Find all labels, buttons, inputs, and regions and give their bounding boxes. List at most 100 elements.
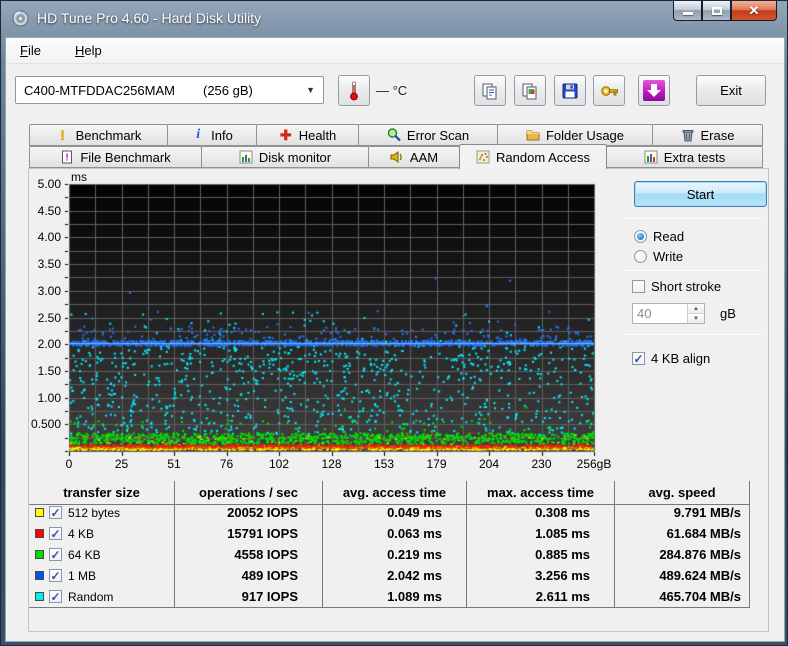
tab-erase[interactable]: Erase bbox=[652, 124, 763, 146]
max-access-value: 0.308 ms bbox=[466, 502, 614, 523]
avg-speed-value: 489.624 MB/s bbox=[614, 565, 750, 586]
series-color-swatch bbox=[35, 529, 44, 538]
x-tick-label: 76 bbox=[220, 457, 233, 471]
y-tick-label: 0.500 bbox=[31, 417, 61, 431]
series-visibility-checkbox[interactable]: ✓ bbox=[49, 527, 62, 540]
svg-text:!: ! bbox=[66, 153, 69, 164]
maximize-button[interactable] bbox=[702, 1, 731, 21]
series-visibility-checkbox[interactable]: ✓ bbox=[49, 569, 62, 582]
avg-speed-value: 61.684 MB/s bbox=[614, 523, 750, 544]
save-icon bbox=[561, 82, 579, 100]
access-time-chart: ms 5.004.504.003.503.002.502.001.501.000… bbox=[29, 170, 629, 480]
tab-file-benchmark[interactable]: ! File Benchmark bbox=[29, 146, 202, 168]
short-stroke-size-input[interactable]: 40 ▲ ▼ bbox=[632, 303, 705, 324]
tab-row-2: ! File Benchmark Disk monitor AAM bbox=[29, 146, 762, 168]
avg-access-value: 0.063 ms bbox=[322, 523, 466, 544]
tab-benchmark[interactable]: ! Benchmark bbox=[29, 124, 168, 146]
key-icon bbox=[600, 83, 619, 99]
tab-disk-monitor[interactable]: Disk monitor bbox=[201, 146, 369, 168]
series-visibility-checkbox[interactable]: ✓ bbox=[49, 590, 62, 603]
series-visibility-checkbox[interactable]: ✓ bbox=[49, 548, 62, 561]
folder-icon bbox=[526, 128, 540, 142]
x-tick-label: 204 bbox=[479, 457, 499, 471]
size-unit: gB bbox=[720, 306, 736, 321]
speaker-icon bbox=[390, 150, 404, 164]
y-axis-labels: 5.004.504.003.503.002.502.001.501.000.50… bbox=[29, 184, 63, 451]
spin-up-button[interactable]: ▲ bbox=[688, 304, 704, 314]
separator bbox=[624, 218, 763, 219]
x-tick-label: 256gB bbox=[577, 457, 612, 471]
magnifier-icon bbox=[387, 128, 401, 142]
start-button[interactable]: Start bbox=[634, 181, 767, 207]
ops-value: 15791 IOPS bbox=[174, 523, 322, 544]
scatter-plot-canvas bbox=[63, 182, 596, 461]
random-access-icon bbox=[476, 150, 490, 164]
tab-folder-usage[interactable]: Folder Usage bbox=[497, 124, 653, 146]
tab-health[interactable]: ✚ Health bbox=[256, 124, 359, 146]
save-button[interactable] bbox=[554, 75, 586, 106]
series-visibility-checkbox[interactable]: ✓ bbox=[49, 506, 62, 519]
copy-text-icon bbox=[481, 82, 499, 100]
menu-file[interactable]: File bbox=[16, 41, 45, 60]
app-window: HD Tune Pro 4.60 - Hard Disk Utility ✕ F… bbox=[0, 0, 788, 646]
exit-button[interactable]: Exit bbox=[696, 75, 766, 106]
series-label: 4 KB bbox=[68, 527, 94, 541]
trash-icon bbox=[681, 128, 695, 142]
ops-value: 20052 IOPS bbox=[174, 502, 322, 523]
minimize-button[interactable] bbox=[673, 1, 702, 21]
tab-info[interactable]: i Info bbox=[167, 124, 257, 146]
options-button[interactable] bbox=[593, 75, 625, 106]
size-value: 40 bbox=[633, 304, 687, 323]
y-tick-label: 1.00 bbox=[38, 391, 61, 405]
series-label: Random bbox=[68, 590, 113, 604]
tab-random-access[interactable]: Random Access bbox=[459, 144, 607, 169]
spin-down-button[interactable]: ▼ bbox=[688, 314, 704, 323]
close-icon: ✕ bbox=[749, 3, 760, 19]
tab-error-scan[interactable]: Error Scan bbox=[358, 124, 498, 146]
series-color-swatch bbox=[35, 592, 44, 601]
download-arrow-icon bbox=[643, 80, 665, 101]
tab-extra-tests[interactable]: Extra tests bbox=[606, 146, 763, 168]
series-color-swatch bbox=[35, 550, 44, 559]
close-button[interactable]: ✕ bbox=[731, 1, 777, 21]
tab-aam[interactable]: AAM bbox=[368, 146, 460, 168]
align-checkbox[interactable]: ✓ 4 KB align bbox=[632, 351, 710, 366]
results-table: transfer size operations / sec avg. acce… bbox=[29, 481, 750, 608]
x-tick-label: 25 bbox=[115, 457, 128, 471]
temperature-button[interactable] bbox=[338, 75, 370, 106]
write-radio[interactable]: Write bbox=[634, 249, 683, 264]
series-label: 512 bytes bbox=[68, 506, 120, 520]
chevron-down-icon: ▼ bbox=[306, 85, 315, 95]
x-tick-label: 102 bbox=[269, 457, 289, 471]
series-label: 64 KB bbox=[68, 548, 101, 562]
read-radio[interactable]: Read bbox=[634, 229, 684, 244]
short-stroke-checkbox[interactable]: ✓ Short stroke bbox=[632, 279, 721, 294]
drive-selector[interactable]: C400-MTFDDAC256MAM (256 gB) ▼ bbox=[15, 76, 324, 104]
checkbox-checked-icon: ✓ bbox=[632, 352, 645, 365]
y-tick-label: 1.50 bbox=[38, 364, 61, 378]
download-results-button[interactable] bbox=[638, 75, 670, 106]
x-tick-label: 153 bbox=[374, 457, 394, 471]
y-tick-label: 4.00 bbox=[38, 230, 61, 244]
title-bar: HD Tune Pro 4.60 - Hard Disk Utility ✕ bbox=[1, 1, 787, 37]
ops-value: 4558 IOPS bbox=[174, 544, 322, 565]
avg-speed-value: 9.791 MB/s bbox=[614, 502, 750, 523]
menu-bar: File Help bbox=[6, 38, 784, 64]
y-tick-label: 4.50 bbox=[38, 204, 61, 218]
copy-text-button[interactable] bbox=[474, 75, 506, 106]
app-disk-icon bbox=[12, 10, 29, 27]
info-icon: i bbox=[191, 128, 205, 142]
client-area: File Help C400-MTFDDAC256MAM (256 gB) ▼ … bbox=[5, 37, 785, 642]
ops-value: 489 IOPS bbox=[174, 565, 322, 586]
x-tick-label: 179 bbox=[426, 457, 446, 471]
y-tick-label: 3.50 bbox=[38, 257, 61, 271]
avg-speed-value: 284.876 MB/s bbox=[614, 544, 750, 565]
temperature-value: — °C bbox=[376, 83, 407, 98]
copy-image-button[interactable] bbox=[514, 75, 546, 106]
copy-image-icon bbox=[521, 82, 539, 100]
menu-help[interactable]: Help bbox=[71, 41, 106, 60]
avg-access-value: 0.219 ms bbox=[322, 544, 466, 565]
x-axis-labels: 0255176102128153179204230256gB bbox=[69, 457, 594, 473]
avg-speed-value: 465.704 MB/s bbox=[614, 586, 750, 607]
window-title: HD Tune Pro 4.60 - Hard Disk Utility bbox=[37, 10, 261, 26]
